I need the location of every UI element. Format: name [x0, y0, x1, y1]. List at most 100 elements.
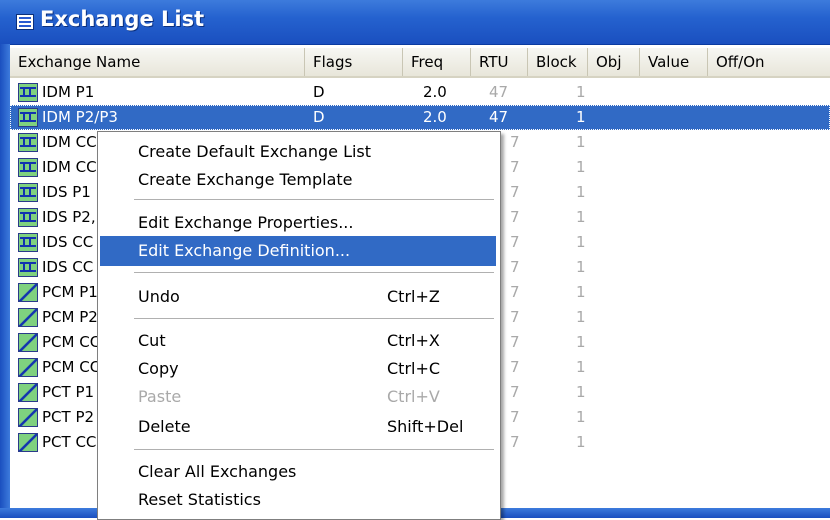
menu-item-label: Create Default Exchange List: [138, 142, 372, 161]
menu-item-clear-all-exchanges[interactable]: Clear All Exchanges: [100, 457, 496, 487]
rtu-cell: 7: [510, 283, 520, 301]
menu-item-edit-exchange-definition[interactable]: Edit Exchange Definition...: [100, 236, 496, 266]
exchange-name: IDS P2,: [42, 208, 96, 226]
idm-exchange-icon: [18, 133, 38, 152]
exchange-name: IDS CC: [42, 258, 94, 276]
menu-item-shortcut: Ctrl+X: [387, 331, 440, 350]
menu-item-shortcut: Ctrl+C: [387, 359, 441, 378]
exchange-name: PCM CC: [42, 358, 101, 376]
exchange-name: PCM CC: [42, 333, 101, 351]
menu-item-label: Delete: [138, 417, 191, 436]
block-cell: 1: [576, 383, 586, 401]
block-cell: 1: [576, 333, 586, 351]
rtu-cell: 7: [510, 208, 520, 226]
menu-item-cut[interactable]: Cut Ctrl+X: [100, 326, 496, 356]
menu-item-label: Paste: [138, 387, 182, 406]
menu-separator: [134, 199, 494, 200]
col-header-rtu[interactable]: RTU: [471, 48, 528, 76]
title-bar[interactable]: Exchange List: [0, 0, 830, 45]
col-header-block[interactable]: Block: [528, 48, 588, 76]
freq-cell: 2.0: [423, 108, 447, 126]
col-header-obj[interactable]: Obj: [588, 48, 640, 76]
menu-item-copy[interactable]: Copy Ctrl+C: [100, 354, 496, 384]
menu-item-create-exchange-template[interactable]: Create Exchange Template: [100, 165, 496, 195]
idm-exchange-icon: [18, 108, 38, 127]
pcm-exchange-icon: [18, 358, 38, 377]
menu-item-paste[interactable]: Paste Ctrl+V: [100, 382, 496, 412]
exchange-name: PCT P1: [42, 383, 95, 401]
block-cell: 1: [576, 283, 586, 301]
col-header-value[interactable]: Value: [640, 48, 708, 76]
window-left-border: [0, 44, 10, 518]
block-cell: 1: [576, 183, 586, 201]
exchange-name: IDM P1: [42, 83, 95, 101]
rtu-cell: 7: [510, 433, 520, 451]
rtu-cell: 7: [510, 408, 520, 426]
rtu-cell: 7: [510, 183, 520, 201]
freq-cell: 2.0: [423, 83, 447, 101]
rtu-cell: 47: [489, 108, 509, 126]
list-window-icon: [16, 14, 34, 30]
block-cell: 1: [576, 233, 586, 251]
column-header-row: Exchange Name Flags Freq RTU Block Obj V…: [10, 48, 830, 78]
exchange-name: IDS P1: [42, 183, 91, 201]
exchange-name: PCM P2: [42, 308, 98, 326]
menu-item-label: Cut: [138, 331, 166, 350]
exchange-name: IDM CC: [42, 158, 97, 176]
block-cell: 1: [576, 83, 586, 101]
block-cell: 1: [576, 258, 586, 276]
flags-cell: D: [313, 83, 325, 101]
pcm-exchange-icon: [18, 433, 38, 452]
rtu-cell: 7: [510, 333, 520, 351]
col-header-freq[interactable]: Freq: [403, 48, 471, 76]
pcm-exchange-icon: [18, 308, 38, 327]
menu-separator: [134, 449, 494, 450]
pcm-exchange-icon: [18, 383, 38, 402]
pcm-exchange-icon: [18, 333, 38, 352]
menu-separator: [134, 318, 494, 319]
exchange-name: PCT CC: [42, 433, 97, 451]
menu-item-label: Create Exchange Template: [138, 170, 353, 189]
table-row[interactable]: IDM P1 D 2.0 47 1: [10, 80, 830, 105]
exchange-name: IDM CC: [42, 133, 97, 151]
block-cell: 1: [576, 433, 586, 451]
rtu-cell: 7: [510, 358, 520, 376]
menu-item-shortcut: Ctrl+V: [387, 387, 440, 406]
col-header-off-on[interactable]: Off/On: [708, 48, 830, 76]
block-cell: 1: [576, 408, 586, 426]
menu-item-shortcut: Shift+Del: [387, 417, 464, 436]
menu-item-create-default-exchange-list[interactable]: Create Default Exchange List: [100, 137, 496, 167]
menu-item-reset-statistics[interactable]: Reset Statistics: [100, 485, 496, 515]
menu-item-label: Reset Statistics: [138, 490, 261, 509]
rtu-cell: 7: [510, 158, 520, 176]
block-cell: 1: [576, 358, 586, 376]
menu-item-undo[interactable]: Undo Ctrl+Z: [100, 282, 496, 312]
flags-cell: D: [313, 108, 325, 126]
menu-item-edit-exchange-properties[interactable]: Edit Exchange Properties...: [100, 208, 496, 238]
idm-exchange-icon: [18, 158, 38, 177]
menu-item-label: Edit Exchange Definition...: [138, 241, 351, 260]
menu-item-delete[interactable]: Delete Shift+Del: [100, 412, 496, 442]
idm-exchange-icon: [18, 258, 38, 277]
rtu-cell: 7: [510, 383, 520, 401]
block-cell: 1: [576, 158, 586, 176]
menu-item-label: Copy: [138, 359, 179, 378]
block-cell: 1: [576, 308, 586, 326]
exchange-name: IDS CC: [42, 233, 94, 251]
window-title: Exchange List: [40, 7, 205, 31]
exchange-name: PCM P1: [42, 283, 98, 301]
table-row-selected[interactable]: IDM P2/P3 D 2.0 47 1: [10, 105, 830, 130]
exchange-name: IDM P2/P3: [42, 108, 118, 126]
idm-exchange-icon: [18, 233, 38, 252]
pcm-exchange-icon: [18, 283, 38, 302]
menu-item-label: Edit Exchange Properties...: [138, 213, 354, 232]
menu-item-shortcut: Ctrl+Z: [387, 287, 440, 306]
menu-separator: [134, 272, 494, 273]
rtu-cell: 47: [489, 83, 509, 101]
pcm-exchange-icon: [18, 408, 38, 427]
block-cell: 1: [576, 108, 586, 126]
idm-exchange-icon: [18, 208, 38, 227]
menu-item-label: Undo: [138, 287, 180, 306]
col-header-flags[interactable]: Flags: [305, 48, 403, 76]
col-header-exchange-name[interactable]: Exchange Name: [10, 48, 305, 76]
